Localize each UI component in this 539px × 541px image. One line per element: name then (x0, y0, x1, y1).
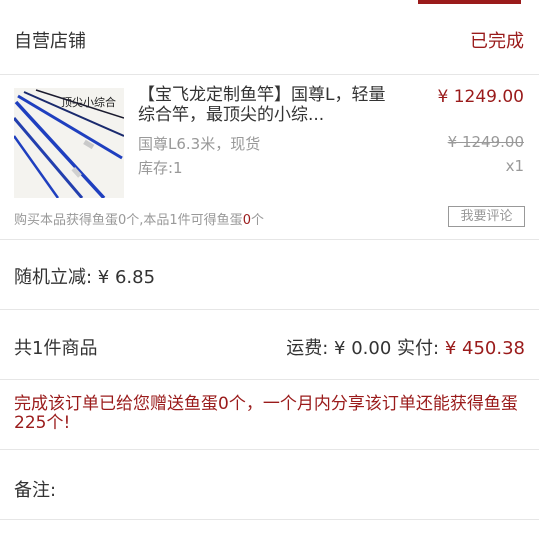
item-count: 共1件商品 (14, 338, 98, 359)
shop-name[interactable]: 自营店铺 (14, 27, 86, 53)
egg-note-prefix: 购买本品获得鱼蛋0个,本品1件可得鱼蛋 (14, 213, 243, 228)
reward-text: 完成该订单已给您赠送鱼蛋0个，一个月内分享该订单还能获得鱼蛋225个! (14, 394, 518, 433)
reward-notice: 完成该订单已给您赠送鱼蛋0个，一个月内分享该订单还能获得鱼蛋225个! (0, 380, 539, 450)
divider (0, 519, 539, 520)
fishing-rod-image: 顶尖小综合 (14, 88, 124, 198)
remark-label: 备注: (14, 480, 57, 501)
payment-summary: 运费: ¥ 0.00 实付: ¥ 450.38 (286, 334, 525, 360)
product-thumbnail[interactable]: 顶尖小综合 (14, 88, 124, 198)
product-price: ¥ 1249.00 (437, 87, 524, 107)
original-price: ¥ 1249.00 (447, 133, 524, 151)
shop-header: 自营店铺 已完成 (0, 0, 539, 75)
random-discount: 随机立减: ¥ 6.85 (14, 267, 156, 288)
remark-row: 备注: (0, 450, 539, 520)
egg-note-suffix: 个 (250, 213, 264, 228)
egg-reward-note: 购买本品获得鱼蛋0个,本品1件可得鱼蛋0个 (14, 209, 264, 228)
egg-note-count: 0 (242, 213, 251, 228)
product-item[interactable]: 顶尖小综合 【宝飞龙定制鱼竿】国尊L，轻量综合竿，最顶尖的小综... ¥ 124… (0, 75, 539, 240)
paid-label: 实付: (397, 338, 440, 359)
product-stock: 库存:1 (138, 159, 183, 177)
paid-amount: ¥ 450.38 (444, 338, 525, 359)
order-summary: 共1件商品 运费: ¥ 0.00 实付: ¥ 450.38 (0, 310, 539, 380)
product-title[interactable]: 【宝飞龙定制鱼竿】国尊L，轻量综合竿，最顶尖的小综... (138, 85, 393, 125)
order-status: 已完成 (470, 31, 524, 52)
write-review-button[interactable]: 我要评论 (448, 206, 525, 227)
product-quantity: x1 (505, 157, 524, 175)
shipping-fee: 运费: ¥ 0.00 (286, 338, 392, 359)
product-spec: 国尊L6.3米，现货 (138, 135, 261, 153)
discount-row: 随机立减: ¥ 6.85 (0, 240, 539, 310)
